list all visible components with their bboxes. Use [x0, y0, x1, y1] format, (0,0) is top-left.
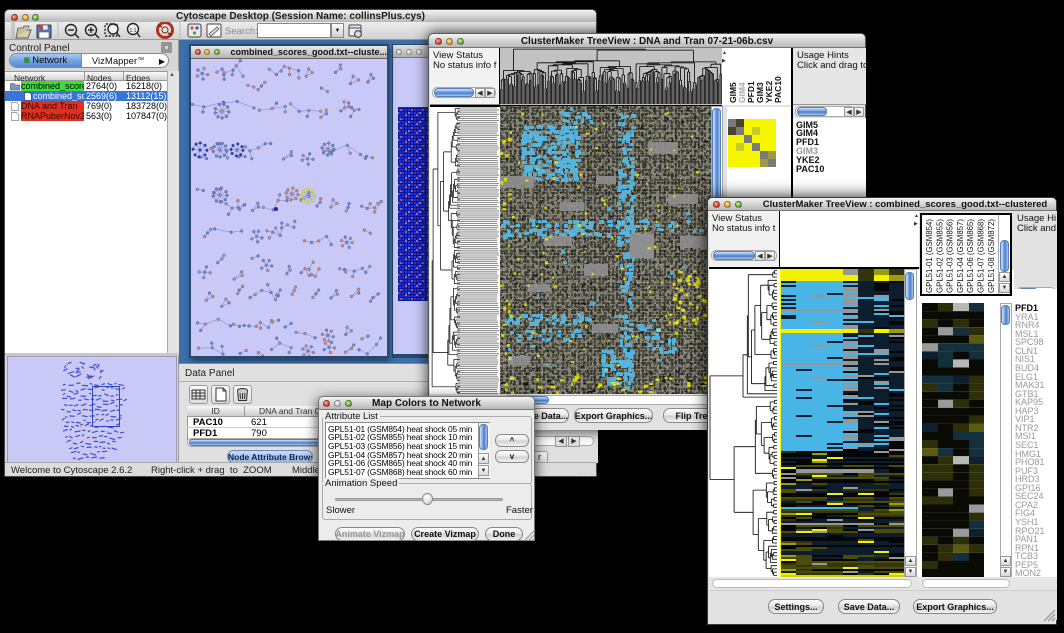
svg-text:PAC10: PAC10	[773, 76, 783, 103]
svg-text:GPL51-07 (GSM868): GPL51-07 (GSM868)	[977, 219, 986, 293]
svg-text:GPL51-08 (GSM872): GPL51-08 (GSM872)	[987, 219, 996, 293]
svg-text:GPL51-02 (GSM855): GPL51-02 (GSM855)	[935, 219, 944, 293]
svg-text:1:1: 1:1	[130, 28, 137, 34]
svg-text:GPL51-01 (GSM854): GPL51-01 (GSM854)	[925, 219, 934, 293]
svg-text:GPL51-04 (GSM857): GPL51-04 (GSM857)	[956, 219, 965, 293]
svg-text:GPL51-03 (GSM856): GPL51-03 (GSM856)	[946, 219, 955, 293]
svg-text:GPL51-06 (GSM865): GPL51-06 (GSM865)	[966, 219, 975, 293]
